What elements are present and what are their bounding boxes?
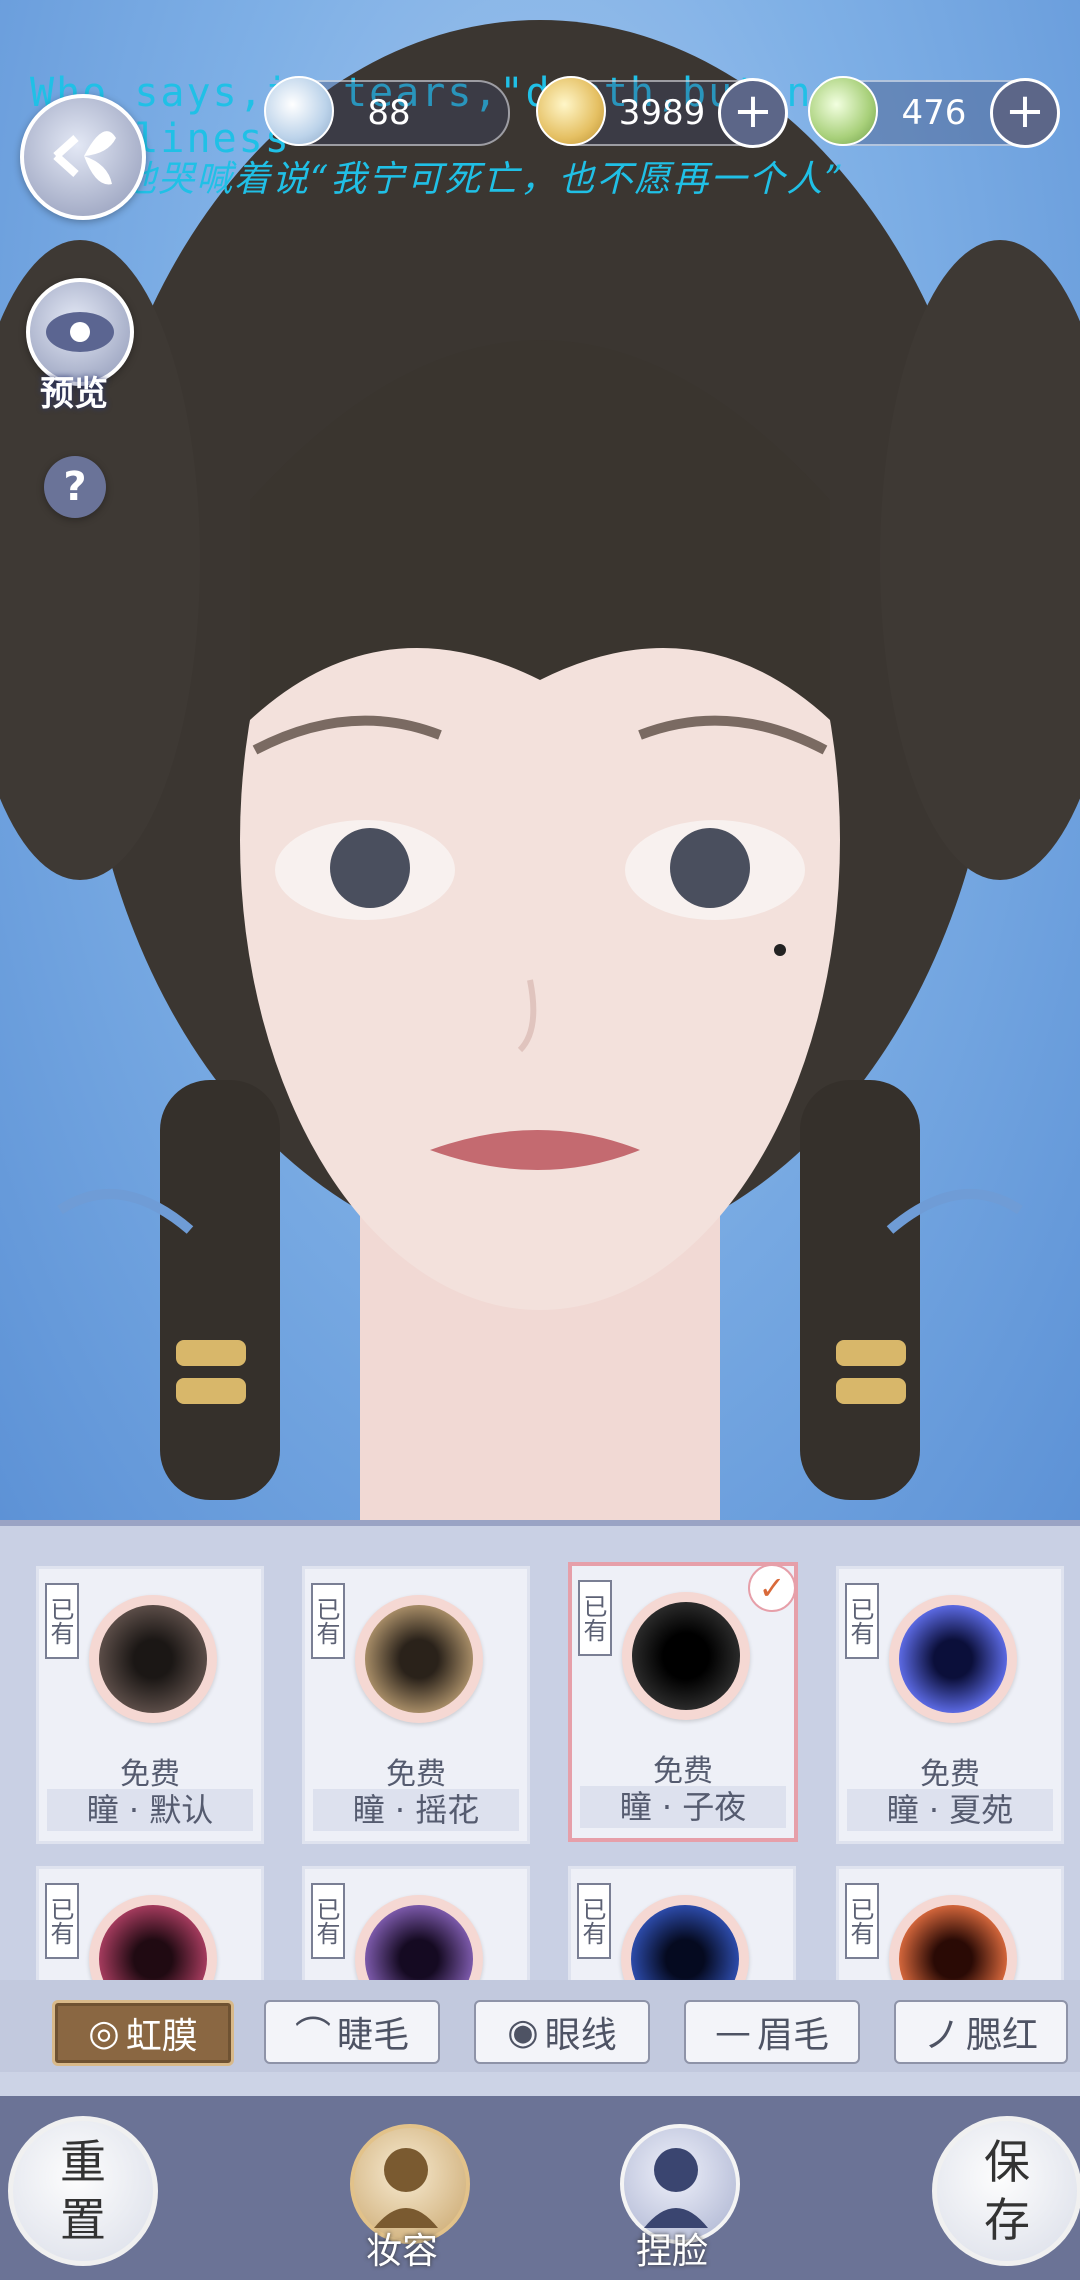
preview-label: 预览: [40, 374, 108, 414]
iris-price: 免费: [920, 1757, 980, 1792]
face-sculpt-nav-label: 捏脸: [636, 2231, 709, 2272]
iris-option-card[interactable]: 已有 免费 瞳 · 夏苑: [836, 1566, 1064, 1844]
currency-gold-value: 3989: [618, 93, 706, 133]
iris-grid[interactable]: 已有 免费 瞳 · 默认 已有 免费 瞳 · 摇花 ✓ 已有 免费 瞳 · 子夜…: [0, 1526, 1080, 1980]
iris-price: 免费: [386, 1757, 446, 1792]
back-butterfly-icon: [53, 131, 116, 185]
tab-blush[interactable]: ノ 腮红: [894, 2000, 1068, 2064]
question-icon: ?: [63, 464, 87, 510]
iris-name: 瞳 · 默认: [47, 1789, 253, 1831]
iris-option-card-selected[interactable]: ✓ 已有 免费 瞳 · 子夜: [568, 1562, 798, 1842]
tab-eyeliner[interactable]: ◉ 眼线: [474, 2000, 650, 2064]
tab-eyebrow[interactable]: — 眉毛: [684, 2000, 860, 2064]
makeup-woman-icon: [374, 2148, 438, 2228]
face-sculpt-icon: [644, 2148, 708, 2228]
help-button[interactable]: ?: [44, 456, 106, 518]
iris-option-card[interactable]: 已有: [302, 1866, 530, 1980]
currency-green: 476 +: [808, 76, 1060, 148]
iris-icon: ◎: [88, 2012, 120, 2054]
add-green-button[interactable]: +: [990, 78, 1060, 148]
tab-iris[interactable]: ◎ 虹膜: [52, 2000, 234, 2066]
overlay-chinese-text: 他哭喊着说“我宁可死亡，也不愿再一个人”: [120, 159, 845, 200]
iris-swatch: [365, 1905, 473, 1980]
eyebrow-icon: —: [714, 2011, 751, 2053]
tab-eyelash[interactable]: ⌒ 睫毛: [264, 2000, 440, 2064]
iris-option-card[interactable]: 已有: [568, 1866, 796, 1980]
eyeliner-icon: ◉: [507, 2011, 539, 2053]
reset-label: 重置: [60, 2135, 106, 2247]
owned-tag: 已有: [45, 1883, 79, 1959]
iris-swatch: [631, 1905, 739, 1980]
makeup-category-tabs: ◎ 虹膜 ⌒ 睫毛 ◉ 眼线 — 眉毛 ノ 腮红: [0, 1980, 1080, 2072]
tab-eyeliner-label: 眼线: [544, 2015, 617, 2056]
tab-blush-label: 腮红: [966, 2015, 1039, 2056]
back-button[interactable]: [20, 94, 146, 220]
add-gold-button[interactable]: +: [718, 78, 788, 148]
tab-iris-label: 虹膜: [125, 2016, 198, 2057]
iris-option-card[interactable]: 已有: [36, 1866, 264, 1980]
gold-coin-icon: [536, 76, 606, 146]
iris-option-card[interactable]: 已有 免费 瞳 · 默认: [36, 1566, 264, 1844]
owned-tag: 已有: [845, 1583, 879, 1659]
iris-swatch: [899, 1905, 1007, 1980]
iris-swatch: [99, 1905, 207, 1980]
iris-swatch: [632, 1602, 740, 1710]
character-preview[interactable]: Who says,in tears,"death,but not lonelin…: [0, 0, 1080, 1520]
character-face-render: [0, 20, 1080, 1520]
jade-coin-icon: [264, 76, 334, 146]
currency-gold: 3989 +: [536, 76, 788, 148]
blush-icon: ノ: [923, 2015, 960, 2056]
bottom-action-bar: 重置 妆容 捏脸 保存: [0, 2096, 1080, 2280]
owned-tag: 已有: [577, 1883, 611, 1959]
iris-swatch: [99, 1605, 207, 1713]
iris-option-card[interactable]: 已有 免费 瞳 · 摇花: [302, 1566, 530, 1844]
currency-jade: 88: [264, 76, 510, 146]
iris-swatch: [365, 1605, 473, 1713]
iris-option-card[interactable]: 已有: [836, 1866, 1064, 1980]
currency-jade-value: 88: [367, 93, 411, 133]
save-button[interactable]: 保存: [932, 2116, 1080, 2266]
tab-eyebrow-label: 眉毛: [756, 2015, 829, 2056]
iris-price: 免费: [653, 1754, 713, 1789]
owned-tag: 已有: [45, 1583, 79, 1659]
makeup-nav-label: 妆容: [366, 2231, 439, 2272]
selected-check-icon: ✓: [748, 1564, 796, 1612]
iris-swatch: [899, 1605, 1007, 1713]
tab-eyelash-label: 睫毛: [337, 2015, 410, 2056]
iris-price: 免费: [120, 1757, 180, 1792]
iris-name: 瞳 · 子夜: [580, 1786, 786, 1828]
owned-tag: 已有: [578, 1580, 612, 1656]
save-label: 保存: [984, 2135, 1030, 2247]
owned-tag: 已有: [845, 1883, 879, 1959]
owned-tag: 已有: [311, 1883, 345, 1959]
owned-tag: 已有: [311, 1583, 345, 1659]
iris-name: 瞳 · 摇花: [313, 1789, 519, 1831]
reset-button[interactable]: 重置: [8, 2116, 158, 2266]
iris-name: 瞳 · 夏苑: [847, 1789, 1053, 1831]
green-coin-icon: [808, 76, 878, 146]
eyelash-icon: ⌒: [294, 2015, 331, 2056]
currency-green-value: 476: [901, 93, 967, 133]
